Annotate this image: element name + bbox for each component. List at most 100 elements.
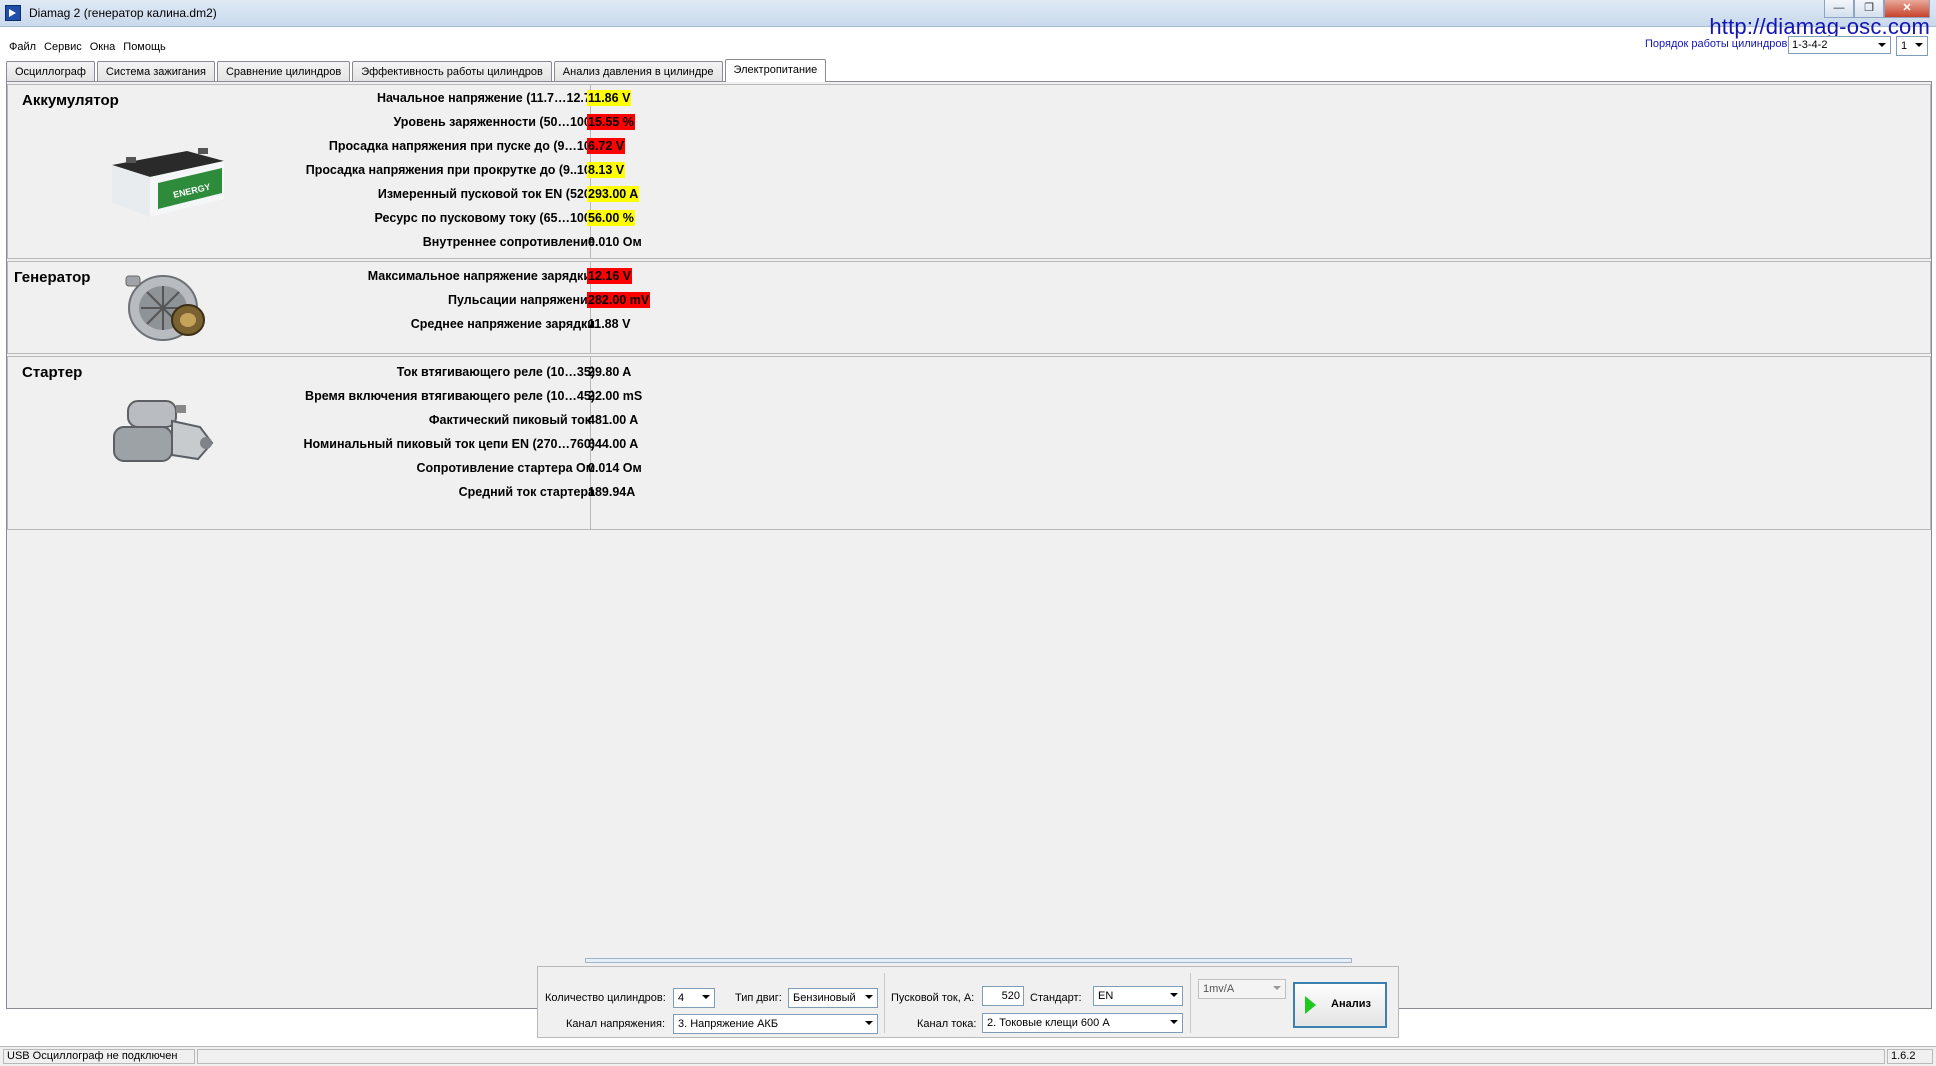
battery-value-initial-voltage: 11.86 V bbox=[587, 90, 632, 106]
cylinder-order-label: Порядок работы цилиндров bbox=[1645, 38, 1788, 50]
generator-label-avg-voltage: Среднее напряжение зарядки bbox=[410, 317, 595, 331]
sensitivity-value: 1mv/A bbox=[1203, 983, 1235, 995]
battery-label-internal-resistance: Внутреннее сопротивление bbox=[422, 235, 595, 249]
battery-label-start-current: Измеренный пусковой ток EN (520) bbox=[377, 187, 595, 201]
starter-label-avg-current: Средний ток стартера bbox=[458, 485, 595, 499]
cylinder-number-select[interactable]: 1 bbox=[1896, 36, 1928, 56]
starter-value-avg-current: 189.94A bbox=[588, 485, 636, 499]
engine-type-value: Бензиновый bbox=[793, 992, 856, 1004]
chevron-down-icon bbox=[865, 1021, 873, 1025]
battery-value-start-current: 293.00 A bbox=[587, 186, 640, 202]
generator-label-ripple: Пульсации напряжения bbox=[448, 293, 595, 307]
tab-ignition-system[interactable]: Система зажигания bbox=[96, 61, 215, 82]
starter-label-nominal-peak: Номинальный пиковый ток цепи EN (270…760… bbox=[303, 437, 595, 451]
battery-value-internal-resistance: 0.010 Ом bbox=[588, 235, 642, 249]
battery-label-initial-voltage: Начальное напряжение (11.7…12.7) bbox=[376, 91, 595, 105]
chevron-down-icon bbox=[865, 995, 873, 999]
play-icon bbox=[1305, 996, 1316, 1014]
starter-panel: Стартер bbox=[7, 356, 1931, 530]
standard-select[interactable]: EN bbox=[1093, 986, 1183, 1006]
status-bar: USB Осциллограф не подключен 1.6.2 bbox=[0, 1046, 1936, 1066]
title-bar: Diamag 2 (генератор калина.dm2) — ❐ ✕ bbox=[0, 0, 1936, 27]
starter-value-actual-peak: 481.00 A bbox=[588, 413, 639, 427]
chevron-down-icon bbox=[1170, 993, 1178, 997]
engine-type-label: Тип двиг: bbox=[735, 992, 782, 1004]
controls-separator bbox=[1190, 973, 1191, 1033]
battery-title: Аккумулятор bbox=[22, 92, 119, 109]
alternator-image bbox=[125, 275, 205, 341]
starter-value-relay-time: 22.00 mS bbox=[588, 389, 643, 403]
starter-value-nominal-peak: 644.00 A bbox=[588, 437, 639, 451]
standard-label: Стандарт: bbox=[1030, 992, 1082, 1004]
battery-label-crank-drop: Просадка напряжения при прокрутке до (9.… bbox=[305, 163, 595, 177]
battery-label-charge-level: Уровень заряженности (50…100) bbox=[393, 115, 595, 129]
starter-value-relay-current: 29.80 A bbox=[588, 365, 632, 379]
app-icon[interactable] bbox=[5, 5, 21, 21]
voltage-channel-select[interactable]: 3. Напряжение АКБ bbox=[673, 1014, 878, 1034]
cylinders-select[interactable]: 4 bbox=[673, 988, 715, 1008]
chevron-down-icon bbox=[1915, 43, 1923, 47]
chevron-down-icon bbox=[1170, 1020, 1178, 1024]
tab-cylinder-efficiency[interactable]: Эффективность работы цилиндров bbox=[352, 61, 552, 82]
sensitivity-select: 1mv/A bbox=[1198, 979, 1286, 999]
tab-bar: Осциллограф Система зажигания Сравнение … bbox=[6, 59, 828, 82]
app-window: Diamag 2 (генератор калина.dm2) — ❐ ✕ ht… bbox=[0, 0, 1936, 1066]
current-channel-select[interactable]: 2. Токовые клещи 600 А bbox=[982, 1013, 1183, 1033]
tab-oscilloscope[interactable]: Осциллограф bbox=[6, 61, 95, 82]
menu-windows[interactable]: Окна bbox=[86, 38, 120, 56]
cylinders-value: 4 bbox=[678, 992, 685, 1004]
version-label: 1.6.2 bbox=[1887, 1049, 1933, 1064]
current-channel-label: Канал тока: bbox=[917, 1018, 977, 1030]
start-current-input[interactable]: 520 bbox=[982, 986, 1024, 1006]
controls-splitter[interactable] bbox=[585, 958, 1352, 963]
menu-service[interactable]: Сервис bbox=[40, 38, 86, 56]
cylinder-number-value: 1 bbox=[1901, 40, 1908, 52]
menu-help[interactable]: Помощь bbox=[119, 38, 170, 56]
window-title: Diamag 2 (генератор калина.dm2) bbox=[29, 6, 217, 20]
analyze-button-label: Анализ bbox=[1331, 998, 1371, 1010]
starter-title: Стартер bbox=[22, 364, 83, 381]
starter-label-actual-peak: Фактический пиковый ток bbox=[428, 413, 591, 427]
connection-status: USB Осциллограф не подключен bbox=[3, 1049, 195, 1064]
chevron-down-icon bbox=[1273, 986, 1281, 990]
tab-cylinder-pressure[interactable]: Анализ давления в цилиндре bbox=[553, 61, 723, 82]
starter-image bbox=[113, 400, 214, 462]
battery-value-current-resource: 56.00 % bbox=[587, 210, 635, 226]
menu-file[interactable]: Файл bbox=[0, 38, 40, 56]
generator-value-avg-voltage: 11.88 V bbox=[588, 317, 631, 331]
voltage-channel-value: 3. Напряжение АКБ bbox=[678, 1018, 779, 1030]
standard-value: EN bbox=[1098, 990, 1114, 1002]
analyze-button[interactable]: Анализ bbox=[1293, 982, 1387, 1028]
start-current-label: Пусковой ток, А: bbox=[891, 992, 975, 1004]
generator-value-max-voltage: 12.16 V bbox=[587, 268, 633, 284]
menu-bar: Файл Сервис Окна Помощь bbox=[0, 38, 170, 56]
current-channel-value: 2. Токовые клещи 600 А bbox=[987, 1017, 1110, 1029]
engine-type-select[interactable]: Бензиновый bbox=[788, 988, 878, 1008]
chevron-down-icon bbox=[702, 995, 710, 999]
starter-label-relay-time: Время включения втягивающего реле (10…45… bbox=[305, 389, 595, 403]
status-spacer bbox=[197, 1049, 1885, 1064]
tab-power-supply[interactable]: Электропитание bbox=[724, 59, 827, 82]
chevron-down-icon bbox=[1878, 43, 1886, 47]
analysis-controls: Количество цилиндров: 4 Тип двиг: Бензин… bbox=[537, 966, 1399, 1038]
voltage-channel-label: Канал напряжения: bbox=[566, 1018, 665, 1030]
battery-value-charge-level: 15.55 % bbox=[587, 114, 635, 130]
battery-value-crank-drop: 8.13 V bbox=[587, 162, 626, 178]
starter-value-resistance: 0.014 Ом bbox=[588, 461, 642, 475]
battery-label-current-resource: Ресурс по пусковому току (65…100) bbox=[374, 211, 596, 225]
battery-image: ENERGY bbox=[112, 148, 224, 217]
cylinder-order-select[interactable]: 1-3-4-2 bbox=[1788, 36, 1891, 54]
cylinder-order-value: 1-3-4-2 bbox=[1792, 39, 1828, 51]
battery-value-start-drop: 6.72 V bbox=[587, 138, 626, 154]
cylinders-label: Количество цилиндров: bbox=[545, 992, 666, 1004]
battery-label-start-drop: Просадка напряжения при пуске до (9…10) bbox=[328, 139, 595, 153]
tab-cylinder-comparison[interactable]: Сравнение цилиндров bbox=[216, 61, 351, 82]
generator-label-max-voltage: Максимальное напряжение зарядки bbox=[367, 269, 591, 283]
starter-label-relay-current: Ток втягивающего реле (10…35) bbox=[396, 365, 595, 379]
generator-value-ripple: 282.00 mV bbox=[587, 292, 651, 308]
generator-panel: Генератор bbox=[7, 261, 1931, 354]
generator-title: Генератор bbox=[14, 269, 91, 286]
starter-label-resistance: Сопротивление стартера Ом bbox=[416, 461, 596, 475]
controls-separator bbox=[884, 973, 885, 1033]
battery-panel: Аккумулятор ENERGY bbox=[7, 84, 1931, 259]
